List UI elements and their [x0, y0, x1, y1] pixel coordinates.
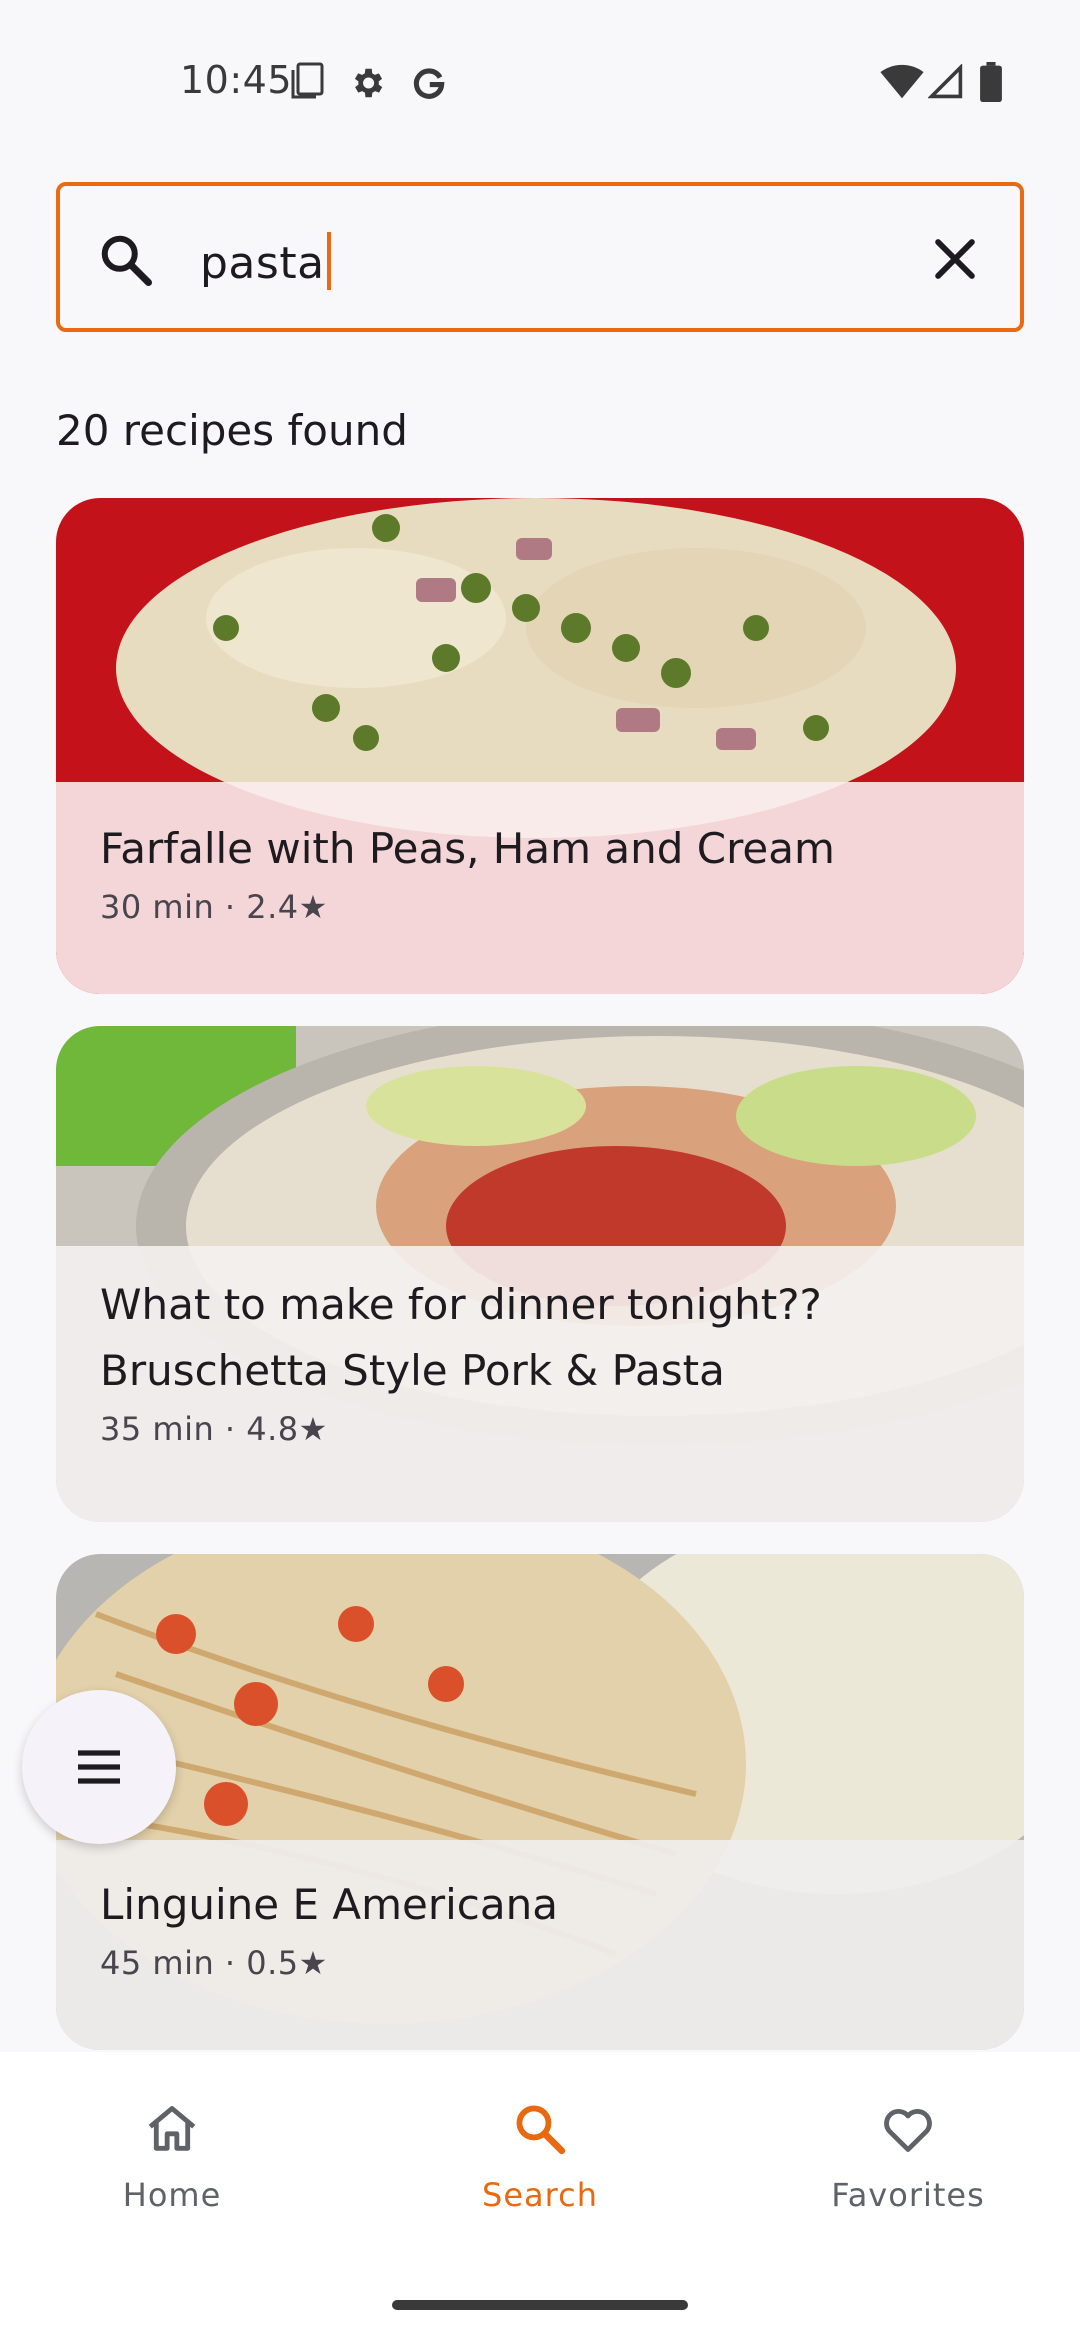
nav-label-search: Search: [482, 2176, 598, 2214]
search-icon: [516, 2105, 566, 2155]
home-indicator[interactable]: [392, 2300, 688, 2310]
gear-icon: [354, 68, 383, 98]
status-time: 10:45: [180, 58, 293, 102]
results-count: 20 recipes found: [56, 406, 408, 455]
close-icon[interactable]: [926, 230, 984, 288]
recipe-card[interactable]: What to make for dinner tonight?? Brusch…: [56, 1026, 1024, 1522]
screenshot-icon: [291, 62, 324, 99]
search-input[interactable]: pasta: [200, 232, 331, 290]
recipe-meta: 35 min · 4.8★: [100, 1410, 328, 1448]
recipe-title: Farfalle with Peas, Ham and Cream: [100, 824, 835, 873]
google-icon: [413, 68, 445, 99]
signal-icon: [928, 64, 963, 99]
recipe-title: What to make for dinner tonight?? Brusch…: [100, 1280, 822, 1395]
nav-item-favorites[interactable]: Favorites: [778, 2100, 1038, 2214]
status-bar: 10:45: [0, 0, 1080, 150]
menu-fab[interactable]: [22, 1690, 176, 1844]
recipe-card[interactable]: Linguine E Americana 45 min · 0.5★: [56, 1554, 1024, 2050]
nav-label-home: Home: [122, 2176, 222, 2214]
recipe-title: Linguine E Americana: [100, 1880, 558, 1929]
recipe-meta: 30 min · 2.4★: [100, 888, 328, 926]
wifi-icon: [880, 64, 924, 99]
search-input-value: pasta: [200, 238, 325, 289]
recipe-info: Linguine E Americana 45 min · 0.5★: [56, 1840, 1024, 2050]
menu-icon: [78, 1750, 120, 1784]
nav-item-home[interactable]: Home: [42, 2100, 302, 2214]
text-caret: [326, 232, 331, 290]
recipe-card[interactable]: Farfalle with Peas, Ham and Cream 30 min…: [56, 498, 1024, 994]
battery-icon: [980, 62, 1002, 102]
home-icon: [148, 2106, 196, 2151]
recipe-meta: 45 min · 0.5★: [100, 1944, 328, 1982]
heart-icon: [884, 2109, 932, 2152]
search-box[interactable]: pasta: [56, 182, 1024, 332]
bottom-navigation: Home Search Favorites: [0, 2052, 1080, 2340]
recipe-info: Farfalle with Peas, Ham and Cream 30 min…: [56, 782, 1024, 994]
search-icon: [101, 235, 152, 286]
nav-item-search[interactable]: Search: [410, 2100, 670, 2214]
nav-label-favorites: Favorites: [831, 2176, 985, 2214]
recipe-info: What to make for dinner tonight?? Brusch…: [56, 1246, 1024, 1522]
